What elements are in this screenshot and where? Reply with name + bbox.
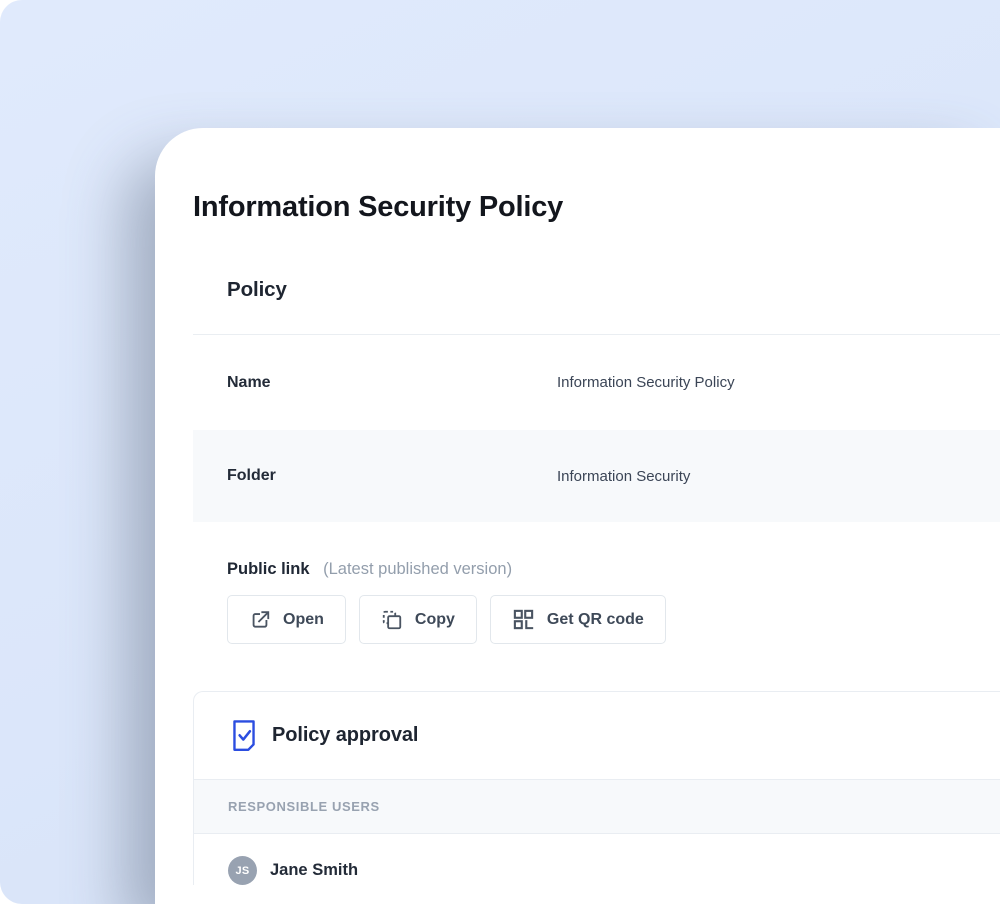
user-name: Jane Smith — [270, 861, 358, 880]
page-title: Information Security Policy — [193, 190, 1000, 224]
qr-code-icon — [512, 608, 535, 631]
get-qr-code-button[interactable]: Get QR code — [490, 595, 666, 644]
user-list-item: JS Jane Smith — [194, 834, 1000, 885]
public-link-actions: Open Copy Get QR code — [227, 595, 1000, 644]
copy-icon — [381, 609, 403, 631]
responsible-users-label: RESPONSIBLE USERS — [194, 779, 1000, 834]
button-label: Get QR code — [547, 611, 644, 629]
public-link-line: Public link (Latest published version) — [227, 559, 1000, 579]
policy-approval-heading: Policy approval — [272, 720, 418, 751]
button-label: Copy — [415, 611, 455, 629]
policy-approval-header: Policy approval — [194, 692, 1000, 779]
field-value: Information Security — [557, 468, 690, 485]
field-value: Information Security Policy — [557, 374, 735, 391]
field-label: Name — [227, 374, 557, 392]
avatar: JS — [228, 856, 257, 885]
external-link-icon — [249, 609, 271, 631]
policy-detail-card: Information Security Policy Policy Name … — [155, 128, 1000, 904]
copy-button[interactable]: Copy — [359, 595, 477, 644]
field-row-folder: Folder Information Security — [193, 430, 1000, 522]
public-link-note: (Latest published version) — [323, 560, 512, 578]
policy-section-heading: Policy — [227, 277, 1000, 302]
open-button[interactable]: Open — [227, 595, 346, 644]
field-label: Folder — [227, 467, 557, 485]
public-link-label: Public link — [227, 560, 310, 578]
button-label: Open — [283, 611, 324, 629]
field-row-name: Name Information Security Policy — [193, 335, 1000, 430]
policy-approval-section: Policy approval RESPONSIBLE USERS JS Jan… — [193, 691, 1000, 885]
document-check-icon — [231, 720, 257, 751]
